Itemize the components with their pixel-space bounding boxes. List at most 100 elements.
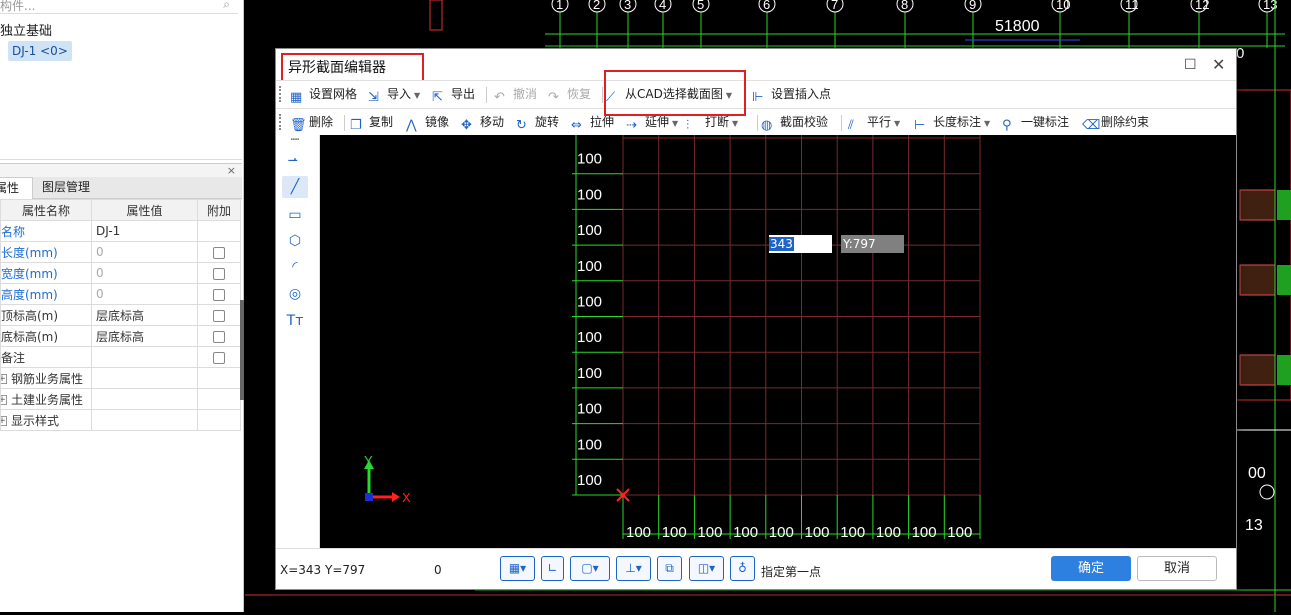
- toolbar-mirror-button[interactable]: ⋀ 镜像: [406, 113, 449, 133]
- property-row[interactable]: 顶标高(m) 层底标高: [0, 304, 241, 326]
- property-group-row[interactable]: + 显示样式: [0, 409, 241, 431]
- property-value[interactable]: 0: [91, 241, 198, 263]
- property-extra[interactable]: [197, 346, 241, 368]
- ortho-button[interactable]: ∟: [541, 556, 564, 581]
- undo-icon: ↶: [494, 90, 505, 105]
- cad-right-fragment: 00: [1248, 465, 1266, 482]
- toolbar-undo-button[interactable]: ↶ 撤消: [494, 85, 537, 105]
- cancel-button[interactable]: 取消: [1137, 556, 1217, 581]
- rectangle-icon[interactable]: ▭: [282, 204, 308, 226]
- search-icon[interactable]: ⌕: [223, 0, 230, 10]
- toolbar-insert-point-button[interactable]: ⊩ 设置插入点: [752, 85, 831, 105]
- extra-checkbox[interactable]: [213, 288, 225, 301]
- chevron-down-icon[interactable]: ▼: [732, 119, 738, 128]
- dotted-line-icon[interactable]: ┈: [282, 133, 308, 147]
- expand-icon[interactable]: +: [1, 395, 7, 405]
- property-value[interactable]: DJ-1: [91, 220, 198, 242]
- section-canvas[interactable]: 100 100 100 100 100 100 100 100 100 100 100 100 100 1…: [320, 135, 1236, 548]
- object-snap-button[interactable]: ▢▾: [570, 556, 610, 581]
- property-group-row[interactable]: + 钢筋业务属性: [0, 367, 241, 389]
- toolbar-grip[interactable]: [279, 114, 281, 130]
- toolbar-import-button[interactable]: ⇲ 导入 ▼: [368, 85, 420, 105]
- extra-checkbox[interactable]: [213, 267, 225, 280]
- tab-property-list[interactable]: 属性列表: [0, 177, 33, 216]
- property-row[interactable]: 名称 DJ-1: [0, 220, 241, 242]
- property-value[interactable]: 0: [91, 262, 198, 284]
- component-search-input[interactable]: 构件... ⌕: [0, 0, 238, 14]
- chevron-down-icon[interactable]: ▼: [414, 91, 420, 100]
- cad-axis-number: 3: [624, 0, 631, 12]
- grid-snap-button[interactable]: ▦▾: [500, 556, 535, 581]
- extra-checkbox[interactable]: [213, 351, 225, 364]
- main-toolbar: ▦ 设置网格 ⇲ 导入 ▼ ⇱ 导出 ↶ 撤消 ↷ 恢复 ⟋ 从CAD选择截面图 ▼ ⊩ 设置插入点: [276, 80, 1236, 107]
- property-extra[interactable]: [197, 325, 241, 347]
- toolbar-grid-button[interactable]: ▦ 设置网格: [290, 85, 357, 105]
- property-group-row[interactable]: + 土建业务属性: [0, 388, 241, 410]
- polygon-icon[interactable]: ⬡: [282, 230, 308, 252]
- toolbar-copy-button[interactable]: ❐ 复制: [350, 113, 393, 133]
- empty-cell: [91, 388, 198, 410]
- property-value[interactable]: 0: [91, 283, 198, 305]
- property-value[interactable]: [91, 346, 198, 368]
- line-icon[interactable]: ╱: [282, 176, 308, 198]
- property-extra[interactable]: [197, 283, 241, 305]
- extra-checkbox[interactable]: [213, 330, 225, 343]
- view-button[interactable]: ◫▾: [689, 556, 724, 581]
- coord-input-x[interactable]: 343: [769, 235, 832, 253]
- toolbar-auto-dim-button[interactable]: ⚲ 一键标注: [1002, 113, 1069, 133]
- extra-checkbox[interactable]: [213, 309, 225, 322]
- toolbar-move-button[interactable]: ✥ 移动: [461, 113, 504, 133]
- point-icon[interactable]: ·̶: [282, 149, 308, 171]
- chevron-down-icon[interactable]: ▼: [672, 119, 678, 128]
- toolbar-rotate-button[interactable]: ↻ 旋转: [516, 113, 559, 133]
- toolbar-check-button[interactable]: ◍ 截面校验: [761, 113, 828, 133]
- tree-node-dj1[interactable]: DJ-1 <0>: [8, 41, 72, 61]
- toolbar-del-constraint-button[interactable]: ⌫删除约束: [1082, 113, 1149, 133]
- property-group[interactable]: + 钢筋业务属性: [0, 367, 92, 389]
- toolbar-length-dim-button[interactable]: ⊢ 长度标注 ▼: [914, 113, 990, 133]
- scrollbar-thumb[interactable]: [240, 300, 244, 400]
- expand-icon[interactable]: +: [1, 374, 7, 384]
- arc-icon[interactable]: ◜: [282, 256, 308, 278]
- tab-layer-management[interactable]: 图层管理: [36, 177, 96, 199]
- coord-input-y[interactable]: Y:797: [841, 235, 904, 253]
- canvas-grid: 100 100 100 100 100 100 100 100 100 100 100 100 100 1…: [364, 135, 981, 541]
- toolbar-grip[interactable]: [279, 86, 281, 102]
- property-row[interactable]: 底标高(m) 层底标高: [0, 325, 241, 347]
- toolbar-parallel-button[interactable]: ⫽ 平行 ▼: [848, 113, 900, 133]
- hint-bulb-icon[interactable]: ♁: [730, 556, 755, 581]
- property-group[interactable]: + 显示样式: [0, 409, 92, 431]
- property-row[interactable]: 高度(mm) 0: [0, 283, 241, 305]
- property-extra[interactable]: [197, 262, 241, 284]
- tree-node-foundation[interactable]: 独立基础: [0, 20, 52, 39]
- toolbar-delete-button[interactable]: 🗑 删除: [290, 113, 333, 133]
- x-dimension-label: 100: [697, 524, 722, 541]
- close-icon[interactable]: ×: [227, 164, 236, 177]
- dialog-title-bar[interactable]: 异形截面编辑器 ☐ ✕: [276, 49, 1236, 82]
- confirm-button[interactable]: 确定: [1051, 556, 1131, 581]
- property-value[interactable]: 层底标高: [91, 325, 198, 347]
- property-row[interactable]: 备注: [0, 346, 241, 368]
- property-value[interactable]: 层底标高: [91, 304, 198, 326]
- expand-icon[interactable]: +: [1, 416, 7, 426]
- cad-select-highlight-box: [604, 70, 746, 116]
- dimension-mode-button[interactable]: ⊥▾: [616, 556, 651, 581]
- property-row[interactable]: 宽度(mm) 0: [0, 262, 241, 284]
- chevron-down-icon[interactable]: ▼: [984, 119, 990, 128]
- property-extra[interactable]: [197, 304, 241, 326]
- close-dialog-icon[interactable]: ✕: [1212, 55, 1225, 74]
- property-extra[interactable]: [197, 241, 241, 263]
- property-row[interactable]: 长度(mm) 0: [0, 241, 241, 263]
- circle-icon[interactable]: ◎: [282, 283, 308, 305]
- header-prop-value: 属性值: [91, 199, 198, 221]
- section-mode-button[interactable]: ⧉: [657, 556, 682, 581]
- extra-checkbox[interactable]: [213, 246, 225, 259]
- toolbar-redo-button[interactable]: ↷ 恢复: [548, 85, 591, 105]
- toolbar-export-button[interactable]: ⇱ 导出: [432, 85, 475, 105]
- auto-dim-icon: ⚲: [1002, 118, 1012, 133]
- cad-axis-number: 12: [1195, 0, 1209, 12]
- chevron-down-icon[interactable]: ▼: [894, 119, 900, 128]
- maximize-icon[interactable]: ☐: [1184, 57, 1197, 73]
- property-group[interactable]: + 土建业务属性: [0, 388, 92, 410]
- text-icon[interactable]: Tт: [282, 310, 308, 332]
